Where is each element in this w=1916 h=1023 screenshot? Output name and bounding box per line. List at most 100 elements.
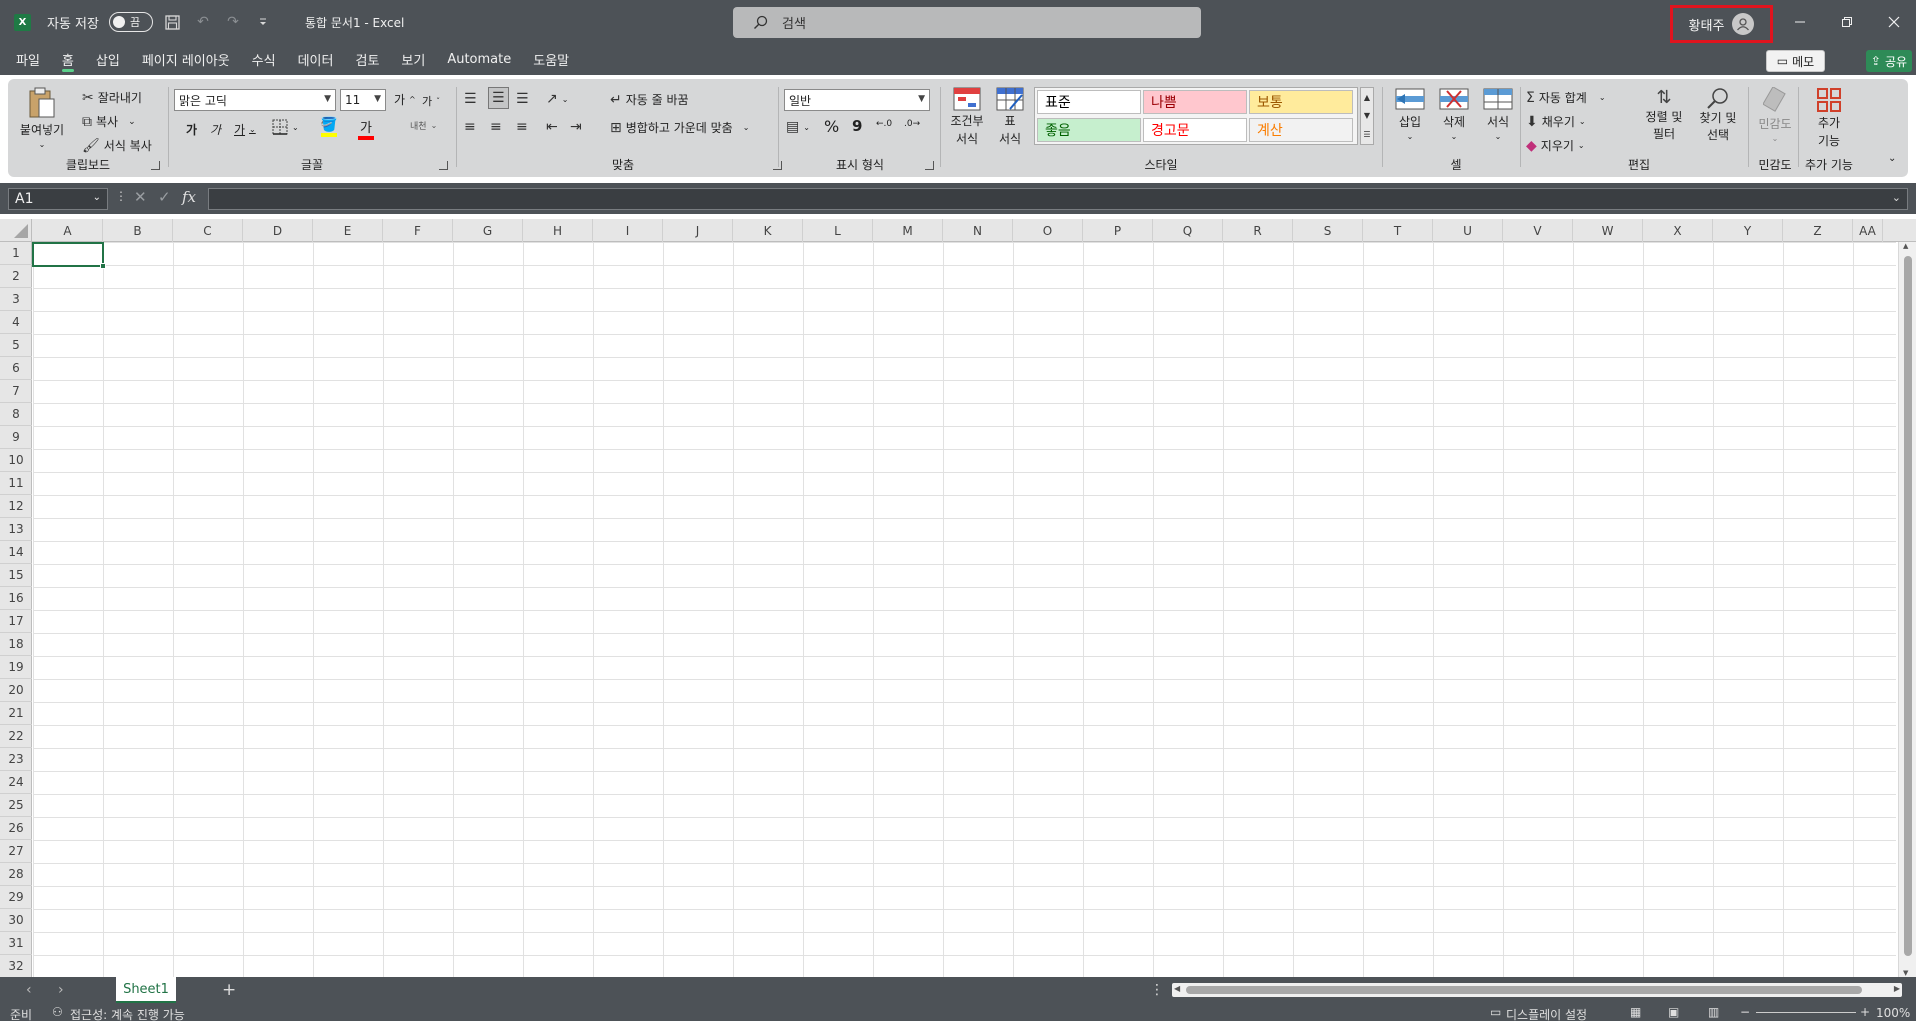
row-header-27[interactable]: 27 (0, 840, 32, 863)
scroll-left-icon[interactable]: ◀ (1174, 984, 1180, 993)
fill-handle[interactable] (100, 263, 106, 269)
clear-button[interactable]: ◆ 지우기 ⌄ (1526, 137, 1585, 154)
column-header-z[interactable]: Z (1783, 219, 1853, 242)
column-header-a[interactable]: A (33, 219, 103, 242)
prev-sheet-icon[interactable]: ‹ (26, 982, 32, 998)
decrease-indent-button[interactable]: ⇤ (546, 119, 558, 135)
grow-font-button[interactable]: 가 ^ (394, 91, 416, 108)
tab-view[interactable]: 보기 (401, 44, 425, 75)
column-header-n[interactable]: N (943, 219, 1013, 242)
paste-button[interactable]: 붙여넣기 ⌄ (18, 87, 66, 149)
customize-quick-access-icon[interactable] (253, 12, 273, 32)
scroll-right-icon[interactable]: ▶ (1894, 984, 1900, 993)
enter-icon[interactable]: ✓ (158, 188, 171, 206)
shrink-font-button[interactable]: 가ˇ (422, 93, 440, 109)
format-as-table-button[interactable]: 표 서식 (992, 87, 1028, 147)
expand-formula-icon[interactable]: ⌄ (1892, 191, 1901, 204)
status-display-settings[interactable]: 디스플레이 설정 (1506, 1006, 1587, 1023)
collapse-ribbon-button[interactable]: ⌄ (1888, 153, 1896, 164)
increase-decimal-button[interactable]: ←.0 (876, 119, 892, 129)
increase-indent-button[interactable]: ⇥ (570, 119, 582, 135)
row-header-12[interactable]: 12 (0, 495, 32, 518)
minimize-button[interactable] (1778, 8, 1822, 36)
row-header-23[interactable]: 23 (0, 748, 32, 771)
horizontal-scroll-thumb[interactable] (1186, 986, 1862, 994)
save-icon[interactable] (163, 12, 183, 32)
zoom-in-icon[interactable]: + (1860, 1005, 1870, 1019)
row-header-3[interactable]: 3 (0, 288, 32, 311)
row-header-13[interactable]: 13 (0, 518, 32, 541)
column-header-b[interactable]: B (103, 219, 173, 242)
tab-automate[interactable]: Automate (447, 44, 511, 75)
name-box[interactable]: A1 ⌄ (8, 188, 108, 210)
cancel-icon[interactable]: ✕ (134, 188, 147, 206)
row-header-10[interactable]: 10 (0, 449, 32, 472)
fill-color-button[interactable]: 🪣 (320, 117, 337, 137)
font-size-combobox[interactable]: 11 ▼ (340, 89, 386, 111)
tab-file[interactable]: 파일 (16, 44, 40, 75)
scroll-down-icon[interactable]: ▼ (1903, 969, 1908, 977)
comma-button[interactable]: 9 (852, 117, 862, 135)
font-name-combobox[interactable]: 맑은 고딕 ▼ (174, 89, 336, 111)
align-center-button[interactable]: ≡ (490, 119, 502, 135)
sensitivity-button[interactable]: 민감도 ⌄ (1754, 87, 1796, 143)
column-header-h[interactable]: H (523, 219, 593, 242)
column-header-e[interactable]: E (313, 219, 383, 242)
column-header-v[interactable]: V (1503, 219, 1573, 242)
column-header-c[interactable]: C (173, 219, 243, 242)
add-sheet-button[interactable]: + (222, 980, 236, 1000)
row-header-16[interactable]: 16 (0, 587, 32, 610)
scroll-up-icon[interactable]: ▲ (1903, 242, 1908, 250)
format-painter-button[interactable]: 🖌 서식 복사 (82, 137, 152, 154)
select-all-button[interactable] (0, 219, 32, 242)
zoom-out-icon[interactable]: − (1740, 1005, 1750, 1019)
merge-center-button[interactable]: ⊞ 병합하고 가운데 맞춤 ⌄ (610, 119, 749, 136)
column-header-x[interactable]: X (1643, 219, 1713, 242)
tab-help[interactable]: 도움말 (533, 44, 569, 75)
column-header-l[interactable]: L (803, 219, 873, 242)
tab-data[interactable]: 데이터 (298, 44, 334, 75)
column-header-d[interactable]: D (243, 219, 313, 242)
row-header-19[interactable]: 19 (0, 656, 32, 679)
cell-style-warning[interactable]: 경고문 (1143, 118, 1247, 142)
row-header-20[interactable]: 20 (0, 679, 32, 702)
zoom-level[interactable]: 100% (1876, 1006, 1910, 1020)
format-cells-button[interactable]: 서식 ⌄ (1478, 87, 1518, 141)
user-account-button[interactable]: 황태주 (1670, 5, 1773, 43)
copy-button[interactable]: ⧉ 복사 ⌄ (82, 113, 136, 130)
horizontal-scrollbar[interactable]: ◀ ▶ (1172, 983, 1902, 997)
fill-button[interactable]: ⬇ 채우기 ⌄ (1526, 113, 1586, 130)
sort-filter-button[interactable]: ⇅ 정렬 및 필터 (1640, 87, 1688, 142)
column-header-aa[interactable]: AA (1853, 219, 1883, 242)
column-header-u[interactable]: U (1433, 219, 1503, 242)
row-header-7[interactable]: 7 (0, 380, 32, 403)
gallery-scroll[interactable]: ▲ ▼ ☰ (1360, 87, 1374, 145)
percent-button[interactable]: % (824, 117, 839, 136)
row-header-6[interactable]: 6 (0, 357, 32, 380)
autosave-toggle[interactable]: 끔 (108, 12, 153, 32)
row-header-18[interactable]: 18 (0, 633, 32, 656)
normal-view-icon[interactable]: ▦ (1630, 1005, 1641, 1019)
cells-area[interactable] (33, 242, 1896, 977)
row-header-28[interactable]: 28 (0, 863, 32, 886)
row-header-5[interactable]: 5 (0, 334, 32, 357)
wrap-text-button[interactable]: ↵ 자동 줄 바꿈 (610, 91, 689, 108)
cell-style-normal[interactable]: 표준 (1037, 90, 1141, 114)
share-button[interactable]: ⇪ 공유 (1866, 50, 1912, 72)
row-header-32[interactable]: 32 (0, 955, 32, 977)
close-button[interactable] (1872, 8, 1916, 36)
next-sheet-icon[interactable]: › (58, 982, 64, 998)
worksheet-grid[interactable]: A B C D E F G H I J K L M N O P Q R S T U V W X Y Z AA 1 2 3 4 5 6 7 8 9 10… (0, 219, 1916, 977)
font-color-button[interactable]: 가 (358, 117, 374, 140)
column-header-k[interactable]: K (733, 219, 803, 242)
formula-input[interactable]: ⌄ (208, 188, 1908, 210)
italic-button[interactable]: 가 (210, 121, 221, 138)
zoom-slider[interactable] (1756, 1012, 1856, 1013)
find-select-button[interactable]: 찾기 및 선택 (1694, 87, 1742, 143)
row-header-22[interactable]: 22 (0, 725, 32, 748)
clipboard-launcher-icon[interactable] (151, 161, 160, 170)
conditional-formatting-button[interactable]: 조건부 서식 (948, 87, 986, 147)
number-format-combobox[interactable]: 일반 ▼ (784, 89, 930, 111)
phonetic-button[interactable]: 내천 ⌄ (410, 119, 437, 132)
row-header-24[interactable]: 24 (0, 771, 32, 794)
